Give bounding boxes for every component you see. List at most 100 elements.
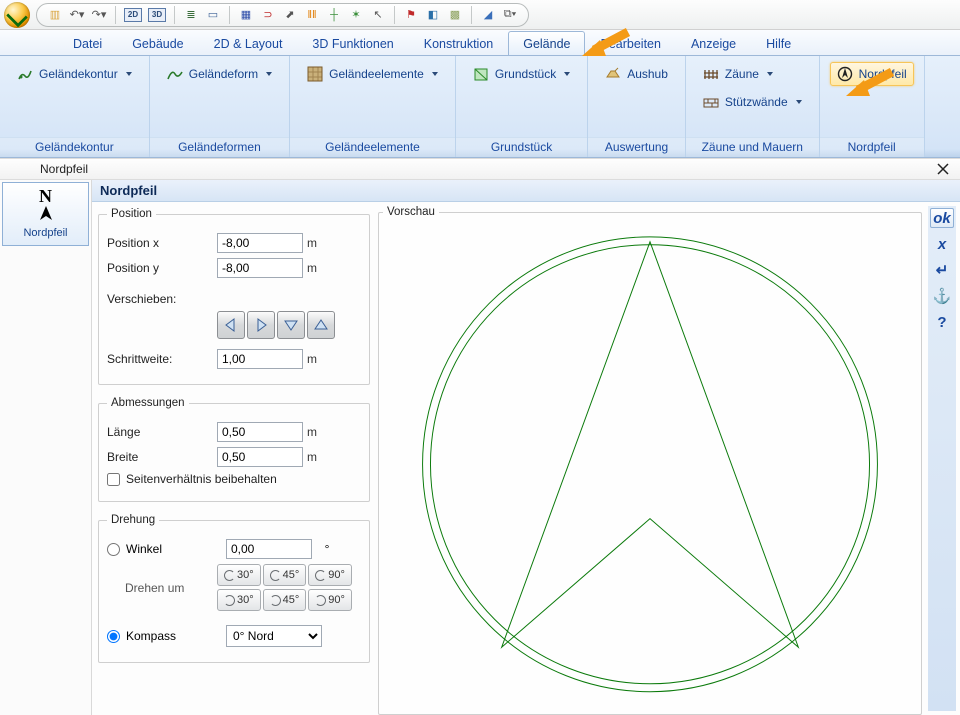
rotate-by-label: Drehen um: [107, 581, 217, 595]
rot-cw-90-button[interactable]: 90°: [308, 589, 352, 611]
move-down-button[interactable]: [277, 311, 305, 339]
magnet-icon[interactable]: ⊃: [260, 7, 276, 23]
eraser-icon[interactable]: ◢: [480, 7, 496, 23]
ribbon-group-label: Zäune und Mauern: [686, 137, 819, 157]
wall-icon: [703, 94, 719, 110]
wid-input[interactable]: [217, 447, 303, 467]
compass-select[interactable]: 0° Nord: [226, 625, 322, 647]
ribbon-group-label: Grundstück: [456, 137, 587, 157]
angle-unit: °: [318, 542, 336, 556]
cancel-button[interactable]: x: [930, 234, 954, 254]
menu-tab-3d-funktionen[interactable]: 3D Funktionen: [297, 31, 408, 55]
group-rotation-legend: Drehung: [107, 514, 159, 526]
axis-icon[interactable]: ┼: [326, 7, 342, 23]
cursor-snap-icon[interactable]: ⬈: [282, 7, 298, 23]
dialog-title: Nordpfeil: [40, 162, 88, 176]
ribbon-btn-gel-ndekontur[interactable]: Geländekontur: [10, 62, 139, 86]
2d-icon[interactable]: 2D: [124, 8, 142, 22]
contour-icon: [17, 66, 33, 82]
menu-tab-bearbeiten[interactable]: Bearbeiten: [585, 31, 675, 55]
terrain-tile-icon: [307, 66, 323, 82]
redo-icon[interactable]: ↷▾: [91, 7, 107, 23]
apply-button[interactable]: ↵: [930, 260, 954, 280]
aspect-label: Seitenverhältnis beibehalten: [126, 472, 277, 486]
angle-radio[interactable]: [107, 543, 120, 556]
menu-tab-datei[interactable]: Datei: [58, 31, 117, 55]
ok-button[interactable]: ok: [930, 208, 954, 228]
pattern-icon[interactable]: ▩: [447, 7, 463, 23]
layer-icon[interactable]: ◧: [425, 7, 441, 23]
len-input[interactable]: [217, 422, 303, 442]
ribbon-btn-z-une[interactable]: Zäune: [696, 62, 780, 86]
excavation-icon: [605, 66, 621, 82]
dialog-titlebar: Nordpfeil: [0, 158, 960, 180]
bars-orange-icon[interactable]: ‖‖: [304, 7, 320, 23]
north-arrow-icon: [37, 205, 55, 221]
lot-icon: [473, 66, 489, 82]
quick-access-oval: ▥ ↶▾ ↷▾ 2D 3D ≣ ▭ ▦ ⊃ ⬈ ‖‖ ┼ ✶ ↖ ⚑ ◧ ▩ ◢…: [36, 3, 529, 27]
chevron-down-icon: [767, 72, 773, 76]
ribbon-btn-grundst-ck[interactable]: Grundstück: [466, 62, 577, 86]
undo-icon[interactable]: ↶▾: [69, 7, 85, 23]
ribbon-btn-aushub[interactable]: Aushub: [598, 62, 675, 86]
ribbon-group-z-une-und-mauern: Zäune Stützwände Zäune und Mauern: [686, 56, 820, 157]
move-label: Verschieben:: [107, 292, 217, 306]
ribbon-group-nordpfeil: NordpfeilNordpfeil: [820, 56, 925, 157]
menu-tab-hilfe[interactable]: Hilfe: [751, 31, 806, 55]
ribbon-group-label: Geländekontur: [0, 137, 149, 157]
move-up-button[interactable]: [307, 311, 335, 339]
step-input[interactable]: [217, 349, 303, 369]
menu-tabs: DateiGebäude2D & Layout3D FunktionenKons…: [0, 30, 960, 56]
new-icon[interactable]: ▥: [47, 7, 63, 23]
chevron-down-icon: [126, 72, 132, 76]
menu-tab-geb-ude[interactable]: Gebäude: [117, 31, 198, 55]
rot-ccw-45-button[interactable]: 45°: [263, 564, 307, 586]
chevron-down-icon: [796, 100, 802, 104]
ribbon-group-gel-ndeelemente: GeländeelementeGeländeelemente: [290, 56, 456, 157]
menu-tab-anzeige[interactable]: Anzeige: [676, 31, 751, 55]
3d-icon[interactable]: 3D: [148, 8, 166, 22]
group-position: Position Position x m Position y m: [98, 208, 370, 385]
panel-header: Nordpfeil: [92, 180, 960, 202]
angle-input[interactable]: [226, 539, 312, 559]
close-icon[interactable]: [934, 160, 952, 178]
menu-tab-konstruktion[interactable]: Konstruktion: [409, 31, 508, 55]
app-orb[interactable]: [4, 2, 30, 28]
move-left-button[interactable]: [217, 311, 245, 339]
posy-input[interactable]: [217, 258, 303, 278]
ribbon-btn-nordpfeil[interactable]: Nordpfeil: [830, 62, 914, 86]
help-button[interactable]: ?: [930, 312, 954, 332]
chevron-down-icon: [432, 72, 438, 76]
rot-cw-45-button[interactable]: 45°: [263, 589, 307, 611]
step-unit: m: [303, 352, 321, 366]
menu-tab-gel-nde[interactable]: Gelände: [508, 31, 585, 55]
posy-unit: m: [303, 261, 321, 275]
step-label: Schrittweite:: [107, 352, 217, 366]
preview-wrap: Vorschau: [378, 206, 922, 711]
ribbon-btn-gel-ndeform[interactable]: Geländeform: [160, 62, 279, 86]
ribbon-btn-st-tzw-nde[interactable]: Stützwände: [696, 90, 809, 114]
origin-icon[interactable]: ✶: [348, 7, 364, 23]
move-right-button[interactable]: [247, 311, 275, 339]
flag-icon[interactable]: ⚑: [403, 7, 419, 23]
posx-input[interactable]: [217, 233, 303, 253]
copy-icon[interactable]: ⧉▾: [502, 7, 518, 23]
pointer-icon[interactable]: ↖: [370, 7, 386, 23]
grid-icon[interactable]: ▦: [238, 7, 254, 23]
wid-unit: m: [303, 450, 321, 464]
anchor-button[interactable]: ⚓: [930, 286, 954, 306]
rot-ccw-30-button[interactable]: 30°: [217, 564, 261, 586]
align-icon[interactable]: ≣: [183, 7, 199, 23]
rot-cw-30-button[interactable]: 30°: [217, 589, 261, 611]
form-column: Position Position x m Position y m: [96, 206, 372, 711]
compass-radio[interactable]: [107, 630, 120, 643]
windows-icon[interactable]: ▭: [205, 7, 221, 23]
aspect-checkbox[interactable]: [107, 473, 120, 486]
rot-ccw-90-button[interactable]: 90°: [308, 564, 352, 586]
preview-legend: Vorschau: [383, 206, 439, 218]
ribbon-btn-gel-ndeelemente[interactable]: Geländeelemente: [300, 62, 445, 86]
posx-unit: m: [303, 236, 321, 250]
side-tab-nordpfeil[interactable]: N Nordpfeil: [2, 182, 89, 246]
menu-tab-2d-layout[interactable]: 2D & Layout: [199, 31, 298, 55]
dialog-side-buttons: ok x ↵ ⚓ ?: [928, 206, 956, 711]
